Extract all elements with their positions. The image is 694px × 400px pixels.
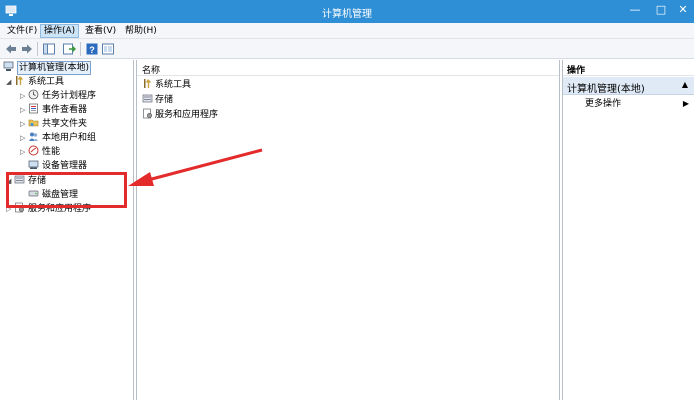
storage-icon: [142, 94, 153, 103]
services-icon: [143, 108, 153, 119]
tree-item-performance[interactable]: ▷ 性能: [20, 145, 60, 159]
expand-triangle-icon[interactable]: ▷: [20, 89, 28, 103]
toolbar: ?: [0, 39, 694, 59]
menu-file[interactable]: 文件(F): [4, 24, 40, 38]
export-list-icon[interactable]: [62, 42, 76, 56]
navigation-tree: 计算机管理(本地) ◢ 系统工具 ▷ 任务计划程序 ▷ 事件查看器 ▷ 共享文件…: [0, 60, 134, 400]
menu-help[interactable]: 帮助(H): [122, 24, 160, 38]
list-item-services-apps[interactable]: 服务和应用程序: [142, 108, 218, 122]
column-header-name[interactable]: 名称: [137, 60, 559, 76]
help-icon[interactable]: ?: [85, 42, 99, 56]
list-item-storage[interactable]: 存储: [142, 93, 173, 107]
back-arrow-icon[interactable]: [4, 42, 18, 56]
collapse-triangle-icon[interactable]: ◢: [6, 75, 14, 89]
expand-triangle-icon[interactable]: ▷: [20, 131, 28, 145]
performance-icon: [28, 145, 39, 156]
window-title: 计算机管理: [322, 9, 372, 20]
maximize-button[interactable]: □: [652, 2, 670, 18]
clock-icon: [28, 89, 39, 100]
tree-item-local-users[interactable]: ▷ 本地用户和组: [20, 131, 96, 145]
computer-management-icon: [3, 61, 14, 71]
device-manager-icon: [28, 160, 39, 169]
annotation-highlight-box: [6, 172, 127, 208]
event-log-icon: [29, 103, 38, 114]
tree-item-device-manager[interactable]: 设备管理器: [28, 159, 87, 173]
show-tree-icon[interactable]: [42, 42, 56, 56]
actions-header: 操作: [563, 60, 694, 76]
tree-item-event-viewer[interactable]: ▷ 事件查看器: [20, 103, 87, 117]
content-list: 名称 系统工具 存储 服务和应用程序: [136, 60, 560, 400]
shared-folder-icon: [28, 119, 39, 127]
expand-triangle-icon[interactable]: ▷: [20, 103, 28, 117]
tree-item-root[interactable]: 计算机管理(本地): [3, 61, 92, 75]
actions-section-computer-management[interactable]: 计算机管理(本地) ▲: [563, 77, 694, 95]
tree-item-shared-folders[interactable]: ▷ 共享文件夹: [20, 117, 87, 131]
properties-icon[interactable]: [101, 42, 115, 56]
tools-icon: [16, 76, 23, 85]
menu-view[interactable]: 查看(V): [82, 24, 119, 38]
tree-item-system-tools[interactable]: ◢ 系统工具: [6, 75, 64, 89]
forward-arrow-icon[interactable]: [20, 42, 34, 56]
tools-icon: [144, 79, 151, 88]
submenu-arrow-icon: ▶: [682, 99, 689, 108]
collapse-up-icon[interactable]: ▲: [682, 80, 688, 89]
users-icon: [29, 132, 38, 141]
title-bar: 计算机管理 — □ ✕: [0, 0, 694, 23]
svg-text:?: ?: [89, 45, 95, 55]
close-button[interactable]: ✕: [674, 2, 692, 18]
expand-triangle-icon[interactable]: ▷: [20, 117, 28, 131]
minimize-button[interactable]: —: [626, 2, 644, 18]
more-actions-item[interactable]: 更多操作 ▶: [585, 97, 689, 111]
menu-bar: 文件(F) 操作(A) 查看(V) 帮助(H): [0, 23, 694, 39]
toolbar-separator: [37, 42, 38, 56]
expand-triangle-icon[interactable]: ▷: [20, 145, 28, 159]
menu-action[interactable]: 操作(A): [40, 24, 80, 38]
toolbar-separator: [80, 42, 81, 56]
tree-item-task-scheduler[interactable]: ▷ 任务计划程序: [20, 89, 96, 103]
list-item-system-tools[interactable]: 系统工具: [142, 78, 191, 92]
actions-pane: 操作 计算机管理(本地) ▲ 更多操作 ▶: [562, 60, 694, 400]
